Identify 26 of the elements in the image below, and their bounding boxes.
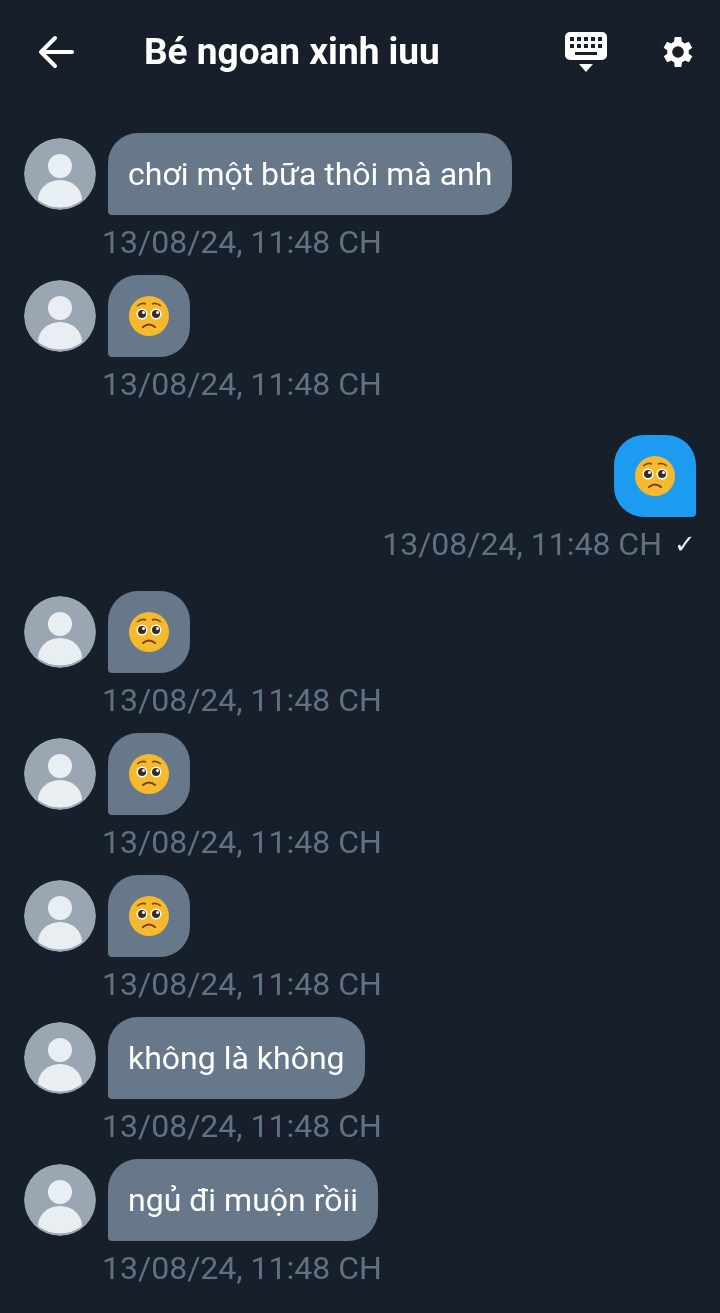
keyboard-icon[interactable]	[564, 30, 608, 73]
sad-face-icon	[128, 753, 170, 795]
timestamp: 13/08/24, 11:48 CH	[102, 365, 382, 403]
message-bubble: chơi một bữa thôi mà anh	[108, 133, 513, 215]
avatar[interactable]	[24, 138, 96, 210]
sad-face-icon	[128, 295, 170, 337]
avatar[interactable]	[24, 596, 96, 668]
avatar[interactable]	[24, 1164, 96, 1236]
timestamp: 13/08/24, 11:48 CH	[102, 965, 382, 1003]
sent-check: ✓	[674, 529, 696, 559]
message-bubble: ngủ đi muộn rồii	[108, 1159, 378, 1241]
timestamp: 13/08/24, 11:48 CH	[102, 223, 382, 261]
chat-title: Bé ngoan xinh iuu	[144, 30, 441, 73]
timestamp: 13/08/24, 11:48 CH	[102, 1107, 382, 1145]
sad-face-icon	[128, 611, 170, 653]
timestamp: 13/08/24, 11:48 CH	[102, 681, 382, 719]
sad-face-icon	[128, 895, 170, 937]
avatar[interactable]	[24, 280, 96, 352]
sad-face-icon	[634, 455, 676, 497]
message-bubble: không là không	[108, 1017, 365, 1099]
timestamp: 13/08/24, 11:48 CH	[102, 1249, 382, 1287]
timestamp: 13/08/24, 11:48 CH	[382, 525, 662, 563]
timestamp: 13/08/24, 11:48 CH	[102, 823, 382, 861]
avatar[interactable]	[24, 738, 96, 810]
avatar[interactable]	[24, 1022, 96, 1094]
avatar[interactable]	[24, 880, 96, 952]
